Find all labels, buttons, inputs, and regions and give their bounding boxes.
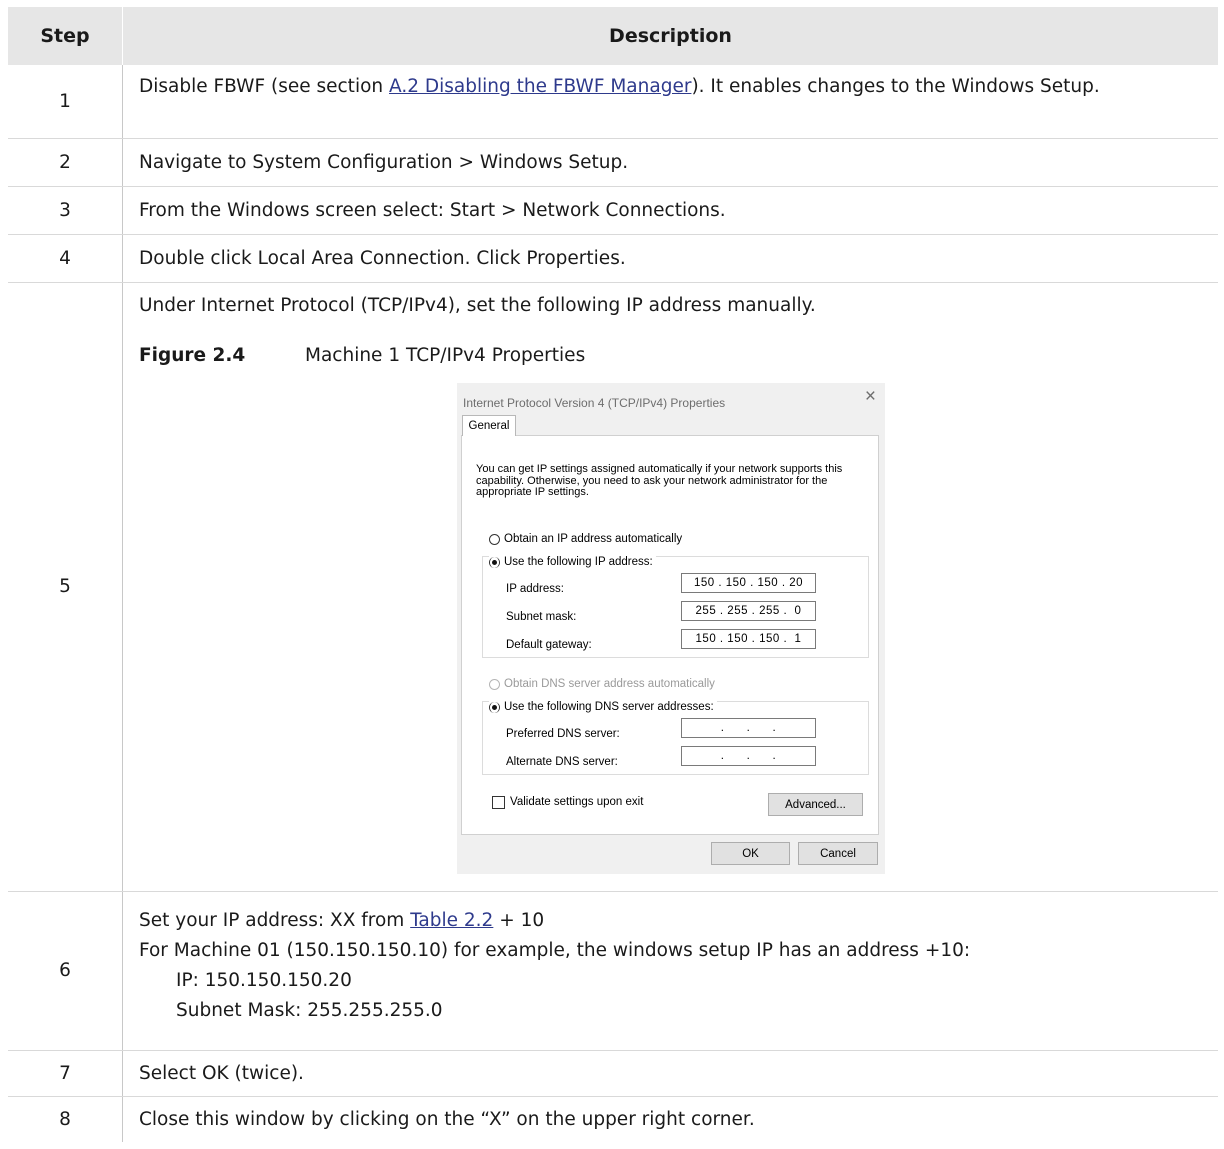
- step-description: Disable FBWF (see section A.2 Disabling …: [122, 65, 1218, 138]
- subnet-mask-label: Subnet mask:: [506, 611, 577, 623]
- preferred-dns-input[interactable]: . . .: [681, 718, 816, 738]
- step-text: Under Internet Protocol (TCP/IPv4), set …: [139, 295, 816, 316]
- radio-label: Use the following IP address:: [504, 556, 653, 568]
- step-description: Double click Local Area Connection. Clic…: [122, 235, 1218, 282]
- step-text: Subnet Mask: 255.255.255.0: [176, 1000, 443, 1021]
- header-step: Step: [40, 25, 90, 47]
- alternate-dns-input[interactable]: . . .: [681, 746, 816, 766]
- intro-text: You can get IP settings assigned automat…: [476, 463, 843, 498]
- advanced-button[interactable]: Advanced...: [768, 793, 863, 816]
- tab-general[interactable]: General: [462, 415, 516, 436]
- radio-icon: [489, 678, 500, 690]
- step-description: Navigate to System Configuration > Windo…: [122, 139, 1218, 186]
- table-row: 8 Close this window by clicking on the “…: [8, 1097, 1218, 1142]
- step-description: From the Windows screen select: Start > …: [122, 187, 1218, 234]
- table-row: 4 Double click Local Area Connection. Cl…: [8, 235, 1218, 283]
- radio-icon: [489, 701, 500, 713]
- step-description: Under Internet Protocol (TCP/IPv4), set …: [122, 283, 1218, 891]
- ok-button[interactable]: OK: [711, 842, 790, 865]
- preferred-dns-label: Preferred DNS server:: [506, 728, 620, 740]
- checkbox-icon: [492, 795, 505, 809]
- steps-table: Step Description 1 Disable FBWF (see sec…: [8, 7, 1218, 1142]
- step-text: Set your IP address: XX from Table 2.2 +…: [139, 906, 1198, 936]
- step-description: Set your IP address: XX from Table 2.2 +…: [122, 892, 1218, 1050]
- step-description: Select OK (twice).: [122, 1051, 1218, 1096]
- step-text: ). It enables changes to the Windows Set…: [691, 76, 1100, 97]
- table-row: 5 Under Internet Protocol (TCP/IPv4), se…: [8, 283, 1218, 892]
- step-text-part: Set your IP address: XX from: [139, 910, 411, 931]
- step-text: IP: 150.150.150.20: [176, 970, 352, 991]
- table-row: 3 From the Windows screen select: Start …: [8, 187, 1218, 235]
- radio-use-ip[interactable]: Use the following IP address:: [489, 549, 656, 575]
- figure-number: Figure 2.4: [139, 345, 246, 366]
- step-number: 2: [59, 151, 71, 173]
- step-number: 1: [59, 90, 71, 112]
- step-number: 8: [59, 1108, 71, 1130]
- tcpip-properties-dialog: Internet Protocol Version 4 (TCP/IPv4) P…: [457, 383, 885, 874]
- section-link[interactable]: A.2 Disabling the FBWF Manager: [389, 76, 691, 97]
- general-panel: You can get IP settings assigned automat…: [461, 435, 879, 835]
- header-description: Description: [122, 7, 1218, 65]
- step-number: 3: [59, 199, 71, 221]
- step-text-part: + 10: [493, 910, 545, 931]
- step-number: 7: [59, 1062, 71, 1084]
- default-gateway-input[interactable]: 150 . 150 . 150 . 1: [681, 629, 816, 649]
- ip-address-label: IP address:: [506, 583, 564, 595]
- step-number: 4: [59, 247, 71, 269]
- step-text: Disable FBWF (see section: [139, 76, 390, 97]
- radio-use-dns[interactable]: Use the following DNS server addresses:: [489, 694, 717, 720]
- table-link[interactable]: Table 2.2: [410, 910, 493, 931]
- close-icon[interactable]: ×: [865, 384, 876, 410]
- default-gateway-label: Default gateway:: [506, 639, 592, 651]
- radio-icon: [489, 533, 500, 545]
- step-number: 6: [59, 960, 71, 981]
- figure-title: Machine 1 TCP/IPv4 Properties: [305, 345, 586, 366]
- radio-label: Use the following DNS server addresses:: [504, 701, 714, 713]
- table-row: 1 Disable FBWF (see section A.2 Disablin…: [8, 65, 1218, 139]
- radio-icon: [489, 556, 500, 568]
- cancel-button[interactable]: Cancel: [798, 842, 878, 865]
- step-text: For Machine 01 (150.150.150.10) for exam…: [139, 940, 971, 961]
- alternate-dns-label: Alternate DNS server:: [506, 756, 618, 768]
- table-row: 2 Navigate to System Configuration > Win…: [8, 139, 1218, 187]
- ip-address-input[interactable]: 150 . 150 . 150 . 20: [681, 573, 816, 593]
- validate-checkbox[interactable]: Validate settings upon exit: [492, 789, 643, 815]
- step-number: 5: [59, 576, 71, 597]
- checkbox-label: Validate settings upon exit: [510, 796, 644, 808]
- figure-caption: Figure 2.4 Machine 1 TCP/IPv4 Properties: [139, 343, 1198, 369]
- table-row: 6 Set your IP address: XX from Table 2.2…: [8, 892, 1218, 1051]
- table-row: 7 Select OK (twice).: [8, 1051, 1218, 1097]
- subnet-mask-input[interactable]: 255 . 255 . 255 . 0: [681, 601, 816, 621]
- table-header: Step Description: [8, 7, 1218, 65]
- step-description: Close this window by clicking on the “X”…: [122, 1097, 1218, 1142]
